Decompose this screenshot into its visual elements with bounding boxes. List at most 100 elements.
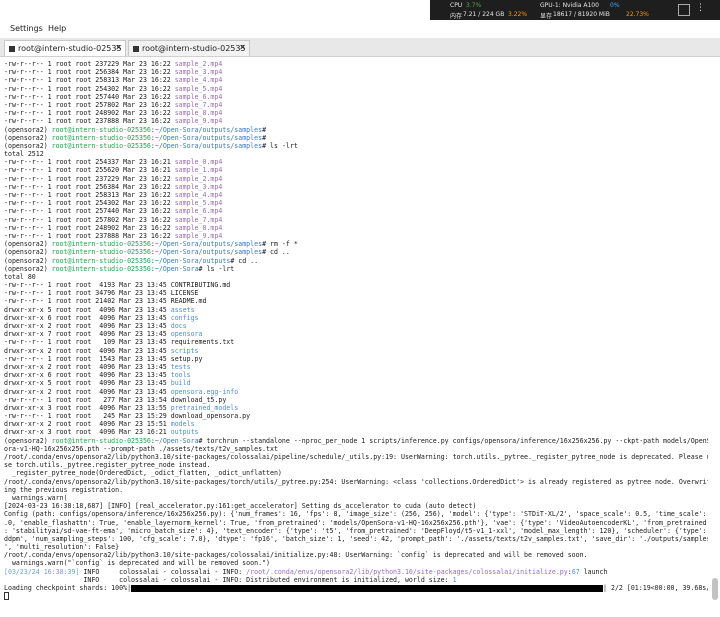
terminal-line: -rw-r--r-- 1 root root 248902 Mar 23 16:… (4, 224, 708, 232)
terminal-text: -rw-r--r-- 1 root root 256384 Mar 23 16:… (4, 182, 175, 191)
terminal-text: sample_5.mp4 (174, 199, 223, 208)
terminal-line: ing the previous registration. (4, 486, 708, 494)
terminal-text: opensora.egg-info (170, 387, 239, 396)
terminal-line: -rw-r--r-- 1 root root 34796 Mar 23 13:4… (4, 289, 708, 297)
terminal-line: /root/.conda/envs/opensora2/lib/python3.… (4, 453, 708, 461)
terminal-text: -rw-r--r-- 1 root root 4193 Mar 23 13:45… (4, 281, 231, 290)
terminal-text: # ls -lrt (262, 141, 298, 150)
close-icon[interactable]: ✕ (239, 43, 246, 52)
terminal-text: sample_7.mp4 (174, 215, 223, 224)
terminal-text: -rw-r--r-- 1 root root 257440 Mar 23 16:… (4, 92, 175, 101)
terminal-text: root@intern-studio-025356 (51, 264, 151, 273)
terminal-text: models (170, 420, 195, 429)
terminal-text: drwxr-xr-x 6 root root 4096 Mar 23 13:45 (4, 313, 171, 322)
terminal-line: -rw-r--r-- 1 root root 248902 Mar 23 16:… (4, 109, 708, 117)
memory-label: 内存 (450, 13, 463, 20)
terminal-tab-2[interactable]: root@intern-studio-02535 ✕ (128, 40, 250, 56)
terminal-line: -rw-r--r-- 1 root root 257802 Mar 23 16:… (4, 101, 708, 109)
terminal-line: -rw-r--r-- 1 root root 237888 Mar 23 16:… (4, 117, 708, 125)
terminal-text: drwxr-xr-x 2 root root 4096 Mar 23 13:45 (4, 362, 171, 371)
terminal-text: # rm -f * (262, 240, 298, 249)
terminal-text: sample_3.mp4 (174, 68, 223, 77)
terminal-text: sample_9.mp4 (174, 231, 223, 240)
terminal-scrollbar[interactable] (712, 60, 718, 600)
terminal-text: se torch.utils._pytree.register_pytree_n… (4, 461, 211, 470)
terminal-text: sample_4.mp4 (174, 76, 223, 85)
terminal-text: sample_8.mp4 (174, 109, 223, 118)
terminal-text: : 'stabilityai/sd-vae-ft-ema', 'micro_ba… (4, 526, 708, 535)
terminal-text: _register_pytree_node(OrderedDict, _odic… (4, 469, 282, 478)
terminal-text: assets (170, 305, 195, 314)
terminal-text: ~/Open-Sora (154, 436, 199, 445)
window-icon[interactable] (678, 4, 690, 16)
vram-label: 显存 (540, 13, 553, 20)
tab-label: root@intern-studio-02535 (142, 44, 246, 53)
terminal-line: se torch.utils._pytree.register_pytree_n… (4, 461, 708, 469)
terminal-text: total 80 (4, 272, 36, 281)
tab-bar: root@intern-studio-02535 ✕ root@intern-s… (0, 38, 720, 57)
terminal-text: [03/23/24 16:38:39] (4, 567, 80, 576)
terminal-text: # (262, 125, 267, 134)
terminal-line: warnings.warn( (4, 494, 708, 502)
terminal-text: (opensora2) (4, 240, 52, 249)
terminal-line: /root/.conda/envs/opensora2/lib/python3.… (4, 551, 708, 559)
terminal-line: drwxr-xr-x 2 root root 4096 Mar 23 15:51… (4, 420, 708, 428)
terminal-text: /root/.conda/envs/opensora2/lib/python3.… (4, 477, 708, 486)
terminal-line: -rw-r--r-- 1 root root 254302 Mar 23 16:… (4, 199, 708, 207)
cursor-line (4, 592, 708, 601)
terminal-line: drwxr-xr-x 2 root root 4096 Mar 23 13:45… (4, 347, 708, 355)
terminal-line: ddpm', 'num_sampling_steps': 100, 'cfg_s… (4, 535, 708, 543)
close-icon[interactable]: ✕ (115, 43, 122, 52)
terminal-text: ddpm', 'num_sampling_steps': 100, 'cfg_s… (4, 534, 708, 543)
terminal-text: sample_7.mp4 (174, 100, 223, 109)
terminal-cursor (4, 592, 9, 601)
menu-help[interactable]: Help (48, 24, 66, 33)
terminal-text: drwxr-xr-x 3 root root 4096 Mar 23 16:21 (4, 428, 171, 437)
terminal-text: .0, 'enable_flashattn': True, 'enable_la… (4, 518, 708, 527)
terminal-line: (opensora2) root@intern-studio-025356:~/… (4, 437, 708, 445)
terminal-line: -rw-r--r-- 1 root root 1543 Mar 23 13:45… (4, 355, 708, 363)
terminal-text: -rw-r--r-- 1 root root 256384 Mar 23 16:… (4, 68, 175, 77)
terminal-text: -rw-r--r-- 1 root root 277 Mar 23 13:54 … (4, 395, 227, 404)
more-icon[interactable]: ⋮ (696, 3, 705, 13)
terminal-text: drwxr-xr-x 2 root root 4096 Mar 23 13:45 (4, 322, 171, 330)
terminal-line: -rw-r--r-- 1 root root 257440 Mar 23 16:… (4, 207, 708, 215)
terminal-line: warnings.warn("`config` is deprecated an… (4, 559, 708, 567)
terminal-text: root@intern-studio-025356 (51, 141, 151, 150)
terminal-line: .0, 'enable_flashattn': True, 'enable_la… (4, 519, 708, 527)
terminal-text: /root/.conda/envs/opensora2/lib/python3.… (4, 453, 708, 461)
terminal-line: -rw-r--r-- 1 root root 256384 Mar 23 16:… (4, 183, 708, 191)
terminal-text: -rw-r--r-- 1 root root 255620 Mar 23 16:… (4, 166, 175, 175)
scrollbar-thumb[interactable] (712, 578, 718, 600)
terminal-text: 1 (452, 575, 457, 584)
terminal-line: -rw-r--r-- 1 root root 258313 Mar 23 16:… (4, 76, 708, 84)
terminal-text: -rw-r--r-- 1 root root 21402 Mar 23 13:4… (4, 297, 207, 306)
terminal-line: (opensora2) root@intern-studio-025356:~/… (4, 248, 708, 256)
menu-settings[interactable]: Settings (10, 24, 43, 33)
terminal-line: -rw-r--r-- 1 root root 257802 Mar 23 16:… (4, 216, 708, 224)
terminal-text: -rw-r--r-- 1 root root 34796 Mar 23 13:4… (4, 289, 199, 298)
terminal-text: -rw-r--r-- 1 root root 258313 Mar 23 16:… (4, 191, 175, 199)
terminal-output[interactable]: -rw-r--r-- 1 root root 237229 Mar 23 16:… (4, 60, 708, 615)
terminal-line: drwxr-xr-x 2 root root 4096 Mar 23 13:45… (4, 388, 708, 396)
terminal-tab-1[interactable]: root@intern-studio-02535 ✕ (4, 40, 126, 56)
terminal-text: -rw-r--r-- 1 root root 257802 Mar 23 16:… (4, 215, 175, 224)
terminal-line: -rw-r--r-- 1 root root 257440 Mar 23 16:… (4, 93, 708, 101)
terminal-text: outputs (170, 428, 199, 437)
terminal-text: sample_2.mp4 (174, 60, 223, 68)
terminal-text: sample_6.mp4 (174, 92, 223, 101)
terminal-text: drwxr-xr-x 2 root root 4096 Mar 23 13:45 (4, 346, 171, 355)
terminal-text: -rw-r--r-- 1 root root 237888 Mar 23 16:… (4, 117, 175, 126)
terminal-text: (opensora2) (4, 248, 52, 257)
terminal-text: (opensora2) (4, 125, 52, 134)
terminal-text: sample_6.mp4 (174, 207, 223, 216)
progress-line: Loading checkpoint shards: 100%| | 2/2 [0… (4, 584, 708, 592)
system-status-bar: CPU 3.7% 内存 7.21 / 224 GB 3.22% GPU-1: N… (430, 0, 720, 20)
terminal-line: -rw-r--r-- 1 root root 254337 Mar 23 16:… (4, 158, 708, 166)
terminal-text: -rw-r--r-- 1 root root 237229 Mar 23 16:… (4, 174, 175, 183)
terminal-line: -rw-r--r-- 1 root root 254302 Mar 23 16:… (4, 85, 708, 93)
terminal-text: # (262, 133, 267, 142)
cpu-label: CPU (450, 2, 463, 9)
terminal-text: -rw-r--r-- 1 root root 245 Mar 23 15:29 … (4, 412, 251, 421)
terminal-text: -rw-r--r-- 1 root root 237888 Mar 23 16:… (4, 231, 175, 240)
